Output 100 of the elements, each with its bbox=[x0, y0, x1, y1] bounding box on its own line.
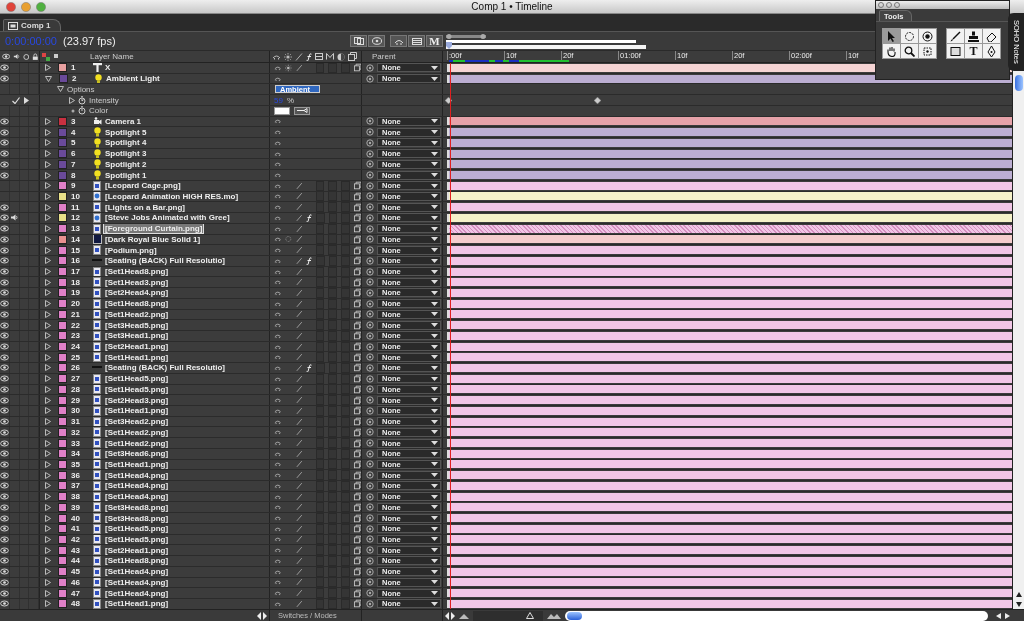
layer-name[interactable]: Camera 1 bbox=[104, 116, 143, 126]
column-header: Parent bbox=[372, 52, 396, 61]
layer-number: 1 bbox=[71, 63, 77, 73]
layer-number: 17 bbox=[71, 267, 81, 276]
layer-name[interactable]: [Dark Royal Blue Solid 1] bbox=[104, 234, 202, 244]
layer-number: 13 bbox=[71, 224, 81, 234]
layer-name[interactable]: [Set1Head4.png] bbox=[104, 577, 170, 587]
layer-name[interactable]: [Leopard Cage.png] bbox=[104, 181, 182, 191]
layer-name[interactable]: [Set1Head1.png] bbox=[104, 599, 170, 609]
layer-number: 7 bbox=[71, 159, 77, 169]
layer-name[interactable]: [Set1Head5.png] bbox=[104, 384, 170, 394]
layer-number: 6 bbox=[71, 149, 77, 159]
layer-number: 30 bbox=[71, 406, 81, 416]
layer-number: 48 bbox=[71, 599, 81, 609]
layer-number: 33 bbox=[71, 438, 81, 448]
layer-name[interactable]: [Set1Head1.png] bbox=[104, 459, 170, 469]
layer-name[interactable]: [Set1Head2.png] bbox=[104, 309, 170, 319]
layer-number: 19 bbox=[71, 288, 81, 298]
layer-number: 21 bbox=[71, 309, 81, 319]
layer-number: 47 bbox=[71, 588, 81, 598]
frame-rate: (23.97 fps) bbox=[63, 35, 116, 47]
layer-number: 15 bbox=[71, 245, 81, 255]
layer-name[interactable]: Spotlight 1 bbox=[104, 170, 148, 180]
layer-number: 16 bbox=[71, 256, 81, 266]
layer-name[interactable]: [Set1Head3.png] bbox=[104, 277, 170, 287]
layer-number: 45 bbox=[71, 567, 81, 577]
tool-button[interactable]: T bbox=[965, 44, 982, 58]
layer-number: 29 bbox=[71, 395, 81, 405]
layer-name[interactable]: [Set3Head8.png] bbox=[104, 513, 170, 523]
layer-name[interactable]: [Set1Head4.png] bbox=[104, 567, 170, 577]
layer-name[interactable]: [Set1Head5.png] bbox=[104, 374, 170, 384]
layer-name[interactable]: [Set3Head6.png] bbox=[104, 449, 170, 459]
layer-number: 46 bbox=[71, 577, 81, 587]
layer-number: 22 bbox=[71, 320, 81, 330]
layer-name[interactable]: [Set1Head4.png] bbox=[104, 588, 170, 598]
layer-name[interactable]: [Seating (BACK) Full Resolutio] bbox=[104, 363, 226, 373]
layer-name[interactable]: [Set1Head8.png] bbox=[104, 299, 170, 309]
layer-name[interactable]: [Set1Head1.png] bbox=[104, 352, 170, 362]
layer-number: 31 bbox=[71, 417, 81, 427]
layer-name[interactable]: [Set1Head2.png] bbox=[104, 427, 170, 437]
layer-name[interactable]: [Set1Head1.png] bbox=[104, 406, 170, 416]
layer-name[interactable]: [Set1Head4.png] bbox=[104, 492, 170, 502]
layer-name[interactable]: [Leopard Animation HIGH RES.mo] bbox=[104, 192, 240, 201]
layer-name[interactable]: [Set1Head5.png] bbox=[104, 535, 170, 544]
layer-name[interactable]: [Seating (BACK) Full Resolutio] bbox=[104, 256, 226, 266]
layer-name[interactable]: [Set1Head4.png] bbox=[104, 470, 170, 480]
layer-name[interactable]: Spotlight 4 bbox=[104, 138, 148, 148]
layer-name[interactable]: [Set3Head1.png] bbox=[104, 331, 170, 341]
layer-number: 35 bbox=[71, 459, 81, 469]
layer-number: 43 bbox=[71, 545, 81, 555]
layer-number: 38 bbox=[71, 492, 81, 502]
layer-name[interactable]: [Lights on a Bar.png] bbox=[104, 202, 186, 212]
layer-name[interactable]: Spotlight 2 bbox=[104, 159, 148, 169]
layer-number: 34 bbox=[71, 449, 81, 459]
layer-name[interactable]: [Podium.png] bbox=[104, 245, 158, 255]
layer-number: 20 bbox=[71, 299, 81, 309]
property-unit: % bbox=[286, 95, 295, 105]
layer-number: 12 bbox=[71, 213, 81, 223]
layer-name[interactable]: [Set2Head3.png] bbox=[104, 395, 170, 405]
layer-name[interactable]: Ambient Light bbox=[105, 74, 161, 84]
layer-name[interactable]: [Set2Head1.png] bbox=[104, 545, 170, 555]
layer-name[interactable]: [Set1Head5.png] bbox=[104, 524, 170, 534]
layer-number: 5 bbox=[71, 138, 77, 148]
layer-number: 42 bbox=[71, 535, 81, 544]
layer-name[interactable]: [Set3Head5.png] bbox=[104, 320, 170, 330]
comp-tab[interactable]: Comp 1 bbox=[3, 19, 62, 31]
layer-name[interactable]: [Set1Head8.png] bbox=[104, 267, 170, 276]
layer-name[interactable]: [Steve Jobs Animated with Gree] bbox=[104, 213, 231, 223]
layer-name[interactable]: [Foreground Curtain.png] bbox=[104, 224, 204, 234]
motion-blur-button[interactable]: M bbox=[426, 35, 443, 47]
window-title: Comp 1 • Timeline bbox=[471, 1, 553, 12]
layer-number: 26 bbox=[71, 363, 81, 373]
property-group-name[interactable]: Options bbox=[67, 84, 95, 94]
layer-name[interactable]: [Set3Head8.png] bbox=[104, 502, 170, 512]
layer-name[interactable]: Spotlight 5 bbox=[104, 127, 148, 137]
layer-name[interactable]: [Set1Head2.png] bbox=[104, 438, 170, 448]
layer-name[interactable]: [Set2Head4.png] bbox=[104, 288, 170, 298]
layer-number: 25 bbox=[71, 352, 81, 362]
layer-number: 18 bbox=[71, 277, 81, 287]
layer-number: 39 bbox=[71, 502, 81, 512]
layer-number: 37 bbox=[71, 481, 81, 491]
layer-name[interactable]: [Set1Head4.png] bbox=[104, 481, 170, 491]
layer-number: 24 bbox=[71, 342, 81, 352]
layer-number: 27 bbox=[71, 374, 81, 384]
layer-number: 3 bbox=[71, 116, 77, 126]
layer-number: 41 bbox=[71, 524, 81, 534]
property-name: Color bbox=[89, 106, 109, 116]
layer-name[interactable]: Spotlight 3 bbox=[104, 149, 148, 159]
layer-name[interactable]: X bbox=[104, 63, 112, 73]
layer-number: 32 bbox=[71, 427, 81, 437]
layer-name[interactable]: [Set2Head1.png] bbox=[104, 342, 170, 352]
layer-name[interactable]: [Set1Head8.png] bbox=[104, 556, 170, 566]
layer-number: 4 bbox=[71, 127, 77, 137]
layer-name[interactable]: [Set3Head2.png] bbox=[104, 417, 170, 427]
column-header: Layer Name bbox=[90, 52, 134, 61]
layer-number: 23 bbox=[71, 331, 81, 341]
layer-number: 8 bbox=[71, 170, 77, 180]
layer-number: 9 bbox=[71, 181, 77, 191]
layer-number: 11 bbox=[71, 202, 81, 212]
property-name: Intensity bbox=[89, 95, 119, 105]
